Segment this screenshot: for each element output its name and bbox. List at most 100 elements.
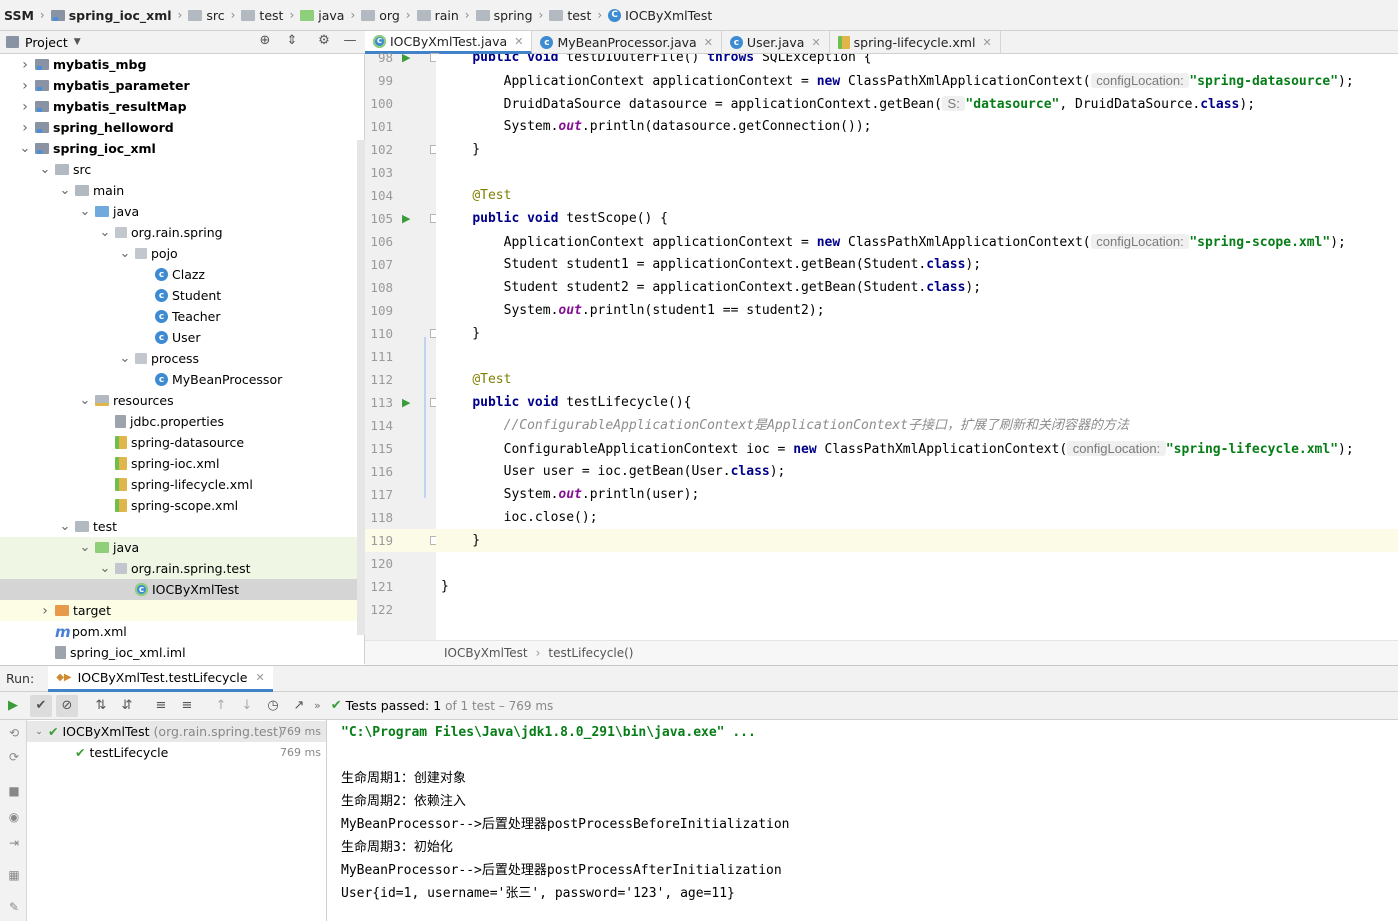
locate-icon[interactable]: ⊕ — [256, 33, 274, 48]
breadcrumb-item[interactable]: C IOCByXmlTest — [608, 8, 712, 23]
export-icon[interactable]: ↗ — [288, 695, 310, 717]
close-icon[interactable]: ✕ — [255, 671, 264, 684]
tree-item[interactable]: spring-ioc.xml — [0, 453, 357, 474]
chevron-down-icon[interactable]: ⌄ — [58, 520, 72, 533]
run-test-icon[interactable]: ▶ — [402, 391, 410, 414]
run-test-icon[interactable]: ▶ — [402, 207, 410, 230]
tree-item[interactable]: ⌄ spring_ioc_xml — [0, 138, 357, 159]
breadcrumb-item[interactable]: src — [188, 8, 225, 23]
tree-item[interactable]: › mybatis_parameter — [0, 75, 357, 96]
chevron-down-icon[interactable]: ⌄ — [98, 562, 112, 575]
tree-item[interactable]: › spring_helloword — [0, 117, 357, 138]
chevron-down-icon[interactable]: ⌄ — [118, 247, 132, 260]
history-icon[interactable]: ◷ — [262, 695, 284, 717]
camera-icon[interactable]: ◉ — [5, 810, 23, 824]
tree-item[interactable]: c User — [0, 327, 357, 348]
chevron-down-icon[interactable]: ⌄ — [78, 205, 92, 218]
gear-icon[interactable]: ⚙ — [315, 33, 333, 48]
tree-item[interactable]: ⌄ java — [0, 201, 357, 222]
tree-item[interactable]: › mybatis_resultMap — [0, 96, 357, 117]
breadcrumb-item[interactable]: org — [361, 8, 400, 23]
show-passed-icon[interactable]: ✔ — [30, 694, 52, 717]
tree-item[interactable]: ⌄ org.rain.spring.test — [0, 558, 357, 579]
breadcrumb-item[interactable]: test — [241, 8, 283, 23]
chevron-down-icon[interactable]: ⌄ — [118, 352, 132, 365]
chevron-down-icon[interactable]: ⌄ — [18, 142, 32, 155]
run-test-icon[interactable]: ▶ — [402, 46, 410, 69]
close-icon[interactable]: ✕ — [514, 35, 523, 48]
tree-item[interactable]: ⌄ org.rain.spring — [0, 222, 357, 243]
tree-scrollbar[interactable] — [357, 140, 365, 635]
tree-item[interactable]: spring-datasource — [0, 432, 357, 453]
chevron-down-icon[interactable]: ⌄ — [78, 541, 92, 554]
close-icon[interactable]: ✕ — [704, 36, 713, 49]
tree-item[interactable]: c Clazz — [0, 264, 357, 285]
chevron-right-icon[interactable]: › — [18, 120, 32, 136]
chevron-right-icon[interactable]: › — [38, 603, 52, 619]
collapse-all-icon[interactable]: ⇕ — [283, 33, 301, 48]
chevron-down-icon[interactable]: ⌄ — [58, 184, 72, 197]
project-panel-title[interactable]: Project — [25, 35, 68, 50]
chevron-right-icon[interactable]: › — [18, 99, 32, 115]
code-editor[interactable]: public void testDIOuterFile() throws SQL… — [436, 54, 1398, 640]
chevron-down-icon[interactable]: ⌄ — [78, 394, 92, 407]
breadcrumb-item[interactable]: rain — [416, 8, 459, 23]
pin-icon[interactable]: ✎ — [5, 900, 23, 914]
tree-item[interactable]: ⌄ src — [0, 159, 357, 180]
run-tab[interactable]: ◆▶ IOCByXmlTest.testLifecycle ✕ — [48, 665, 273, 692]
chevron-down-icon[interactable]: ⌄ — [33, 727, 45, 737]
breadcrumb-item[interactable]: SSM — [4, 8, 34, 23]
tree-item[interactable]: ⌄ process — [0, 348, 357, 369]
close-icon[interactable]: ✕ — [811, 36, 820, 49]
tree-item[interactable]: › target — [0, 600, 357, 621]
chevron-down-icon[interactable]: ⌄ — [38, 163, 52, 176]
minimize-icon[interactable]: — — [341, 33, 359, 48]
expand-all-icon[interactable]: ≡ — [150, 695, 172, 717]
tree-item[interactable]: m pom.xml — [0, 621, 357, 642]
rerun-icon[interactable]: ▶ — [2, 695, 24, 717]
tree-item[interactable]: ⌄ test — [0, 516, 357, 537]
prev-failed-icon[interactable]: ↑ — [210, 695, 232, 717]
breadcrumb-item[interactable]: spring — [475, 8, 533, 23]
toggle-auto-test-icon[interactable]: ⟳ — [5, 750, 23, 764]
layout-icon[interactable]: ▦ — [5, 868, 23, 882]
breadcrumb-item[interactable]: java — [300, 8, 344, 23]
sort-alpha-icon[interactable]: ⇅ — [90, 695, 112, 717]
tree-item[interactable]: spring_ioc_xml.iml — [0, 642, 357, 663]
editor-crumb-method[interactable]: testLifecycle() — [548, 646, 633, 660]
tree-item[interactable]: c Student — [0, 285, 357, 306]
tree-item[interactable]: spring-scope.xml — [0, 495, 357, 516]
test-result-row[interactable]: ⌄ ✔ IOCByXmlTest (org.rain.spring.test) 769 … — [27, 721, 326, 742]
tree-item[interactable]: ⌄ resources — [0, 390, 357, 411]
tree-item[interactable]: ⌄ main — [0, 180, 357, 201]
exit-icon[interactable]: ⇥ — [5, 836, 23, 850]
show-ignored-icon[interactable]: ⊘ — [56, 694, 78, 717]
editor-tab[interactable]: c User.java ✕ — [722, 31, 830, 54]
editor-tab[interactable]: c MyBeanProcessor.java ✕ — [532, 31, 722, 54]
tree-item[interactable]: c MyBeanProcessor — [0, 369, 357, 390]
tree-item[interactable]: c Teacher — [0, 306, 357, 327]
chevron-right-icon[interactable]: › — [18, 57, 32, 73]
tree-item[interactable]: spring-lifecycle.xml — [0, 474, 357, 495]
tree-item[interactable]: c IOCByXmlTest — [0, 579, 357, 600]
sort-duration-icon[interactable]: ⇵ — [116, 695, 138, 717]
tree-item[interactable]: ⌄ pojo — [0, 243, 357, 264]
close-icon[interactable]: ✕ — [982, 36, 991, 49]
next-failed-icon[interactable]: ↓ — [236, 695, 258, 717]
editor-crumb-class[interactable]: IOCByXmlTest — [444, 646, 528, 660]
console-output[interactable]: "C:\Program Files\Java\jdk1.8.0_291\bin\… — [327, 720, 1398, 921]
editor-tab[interactable]: spring-lifecycle.xml ✕ — [830, 31, 1001, 54]
collapse-all-tests-icon[interactable]: ≡ — [176, 695, 198, 717]
chevron-down-icon[interactable]: ▼ — [74, 37, 81, 47]
more-icon[interactable]: » — [314, 699, 321, 712]
stop-icon[interactable]: ■ — [5, 784, 23, 798]
breadcrumb-item[interactable]: test — [549, 8, 591, 23]
tree-item[interactable]: jdbc.properties — [0, 411, 357, 432]
chevron-down-icon[interactable]: ⌄ — [98, 226, 112, 239]
tree-item[interactable]: › mybatis_mbg — [0, 54, 357, 75]
breadcrumb-item[interactable]: spring_ioc_xml — [50, 8, 172, 23]
tree-item[interactable]: ⌄ java — [0, 537, 357, 558]
rerun-failed-icon[interactable]: ⟲ — [5, 726, 23, 740]
chevron-right-icon[interactable]: › — [18, 78, 32, 94]
test-result-row[interactable]: ✔ testLifecycle 769 ms — [27, 742, 326, 763]
